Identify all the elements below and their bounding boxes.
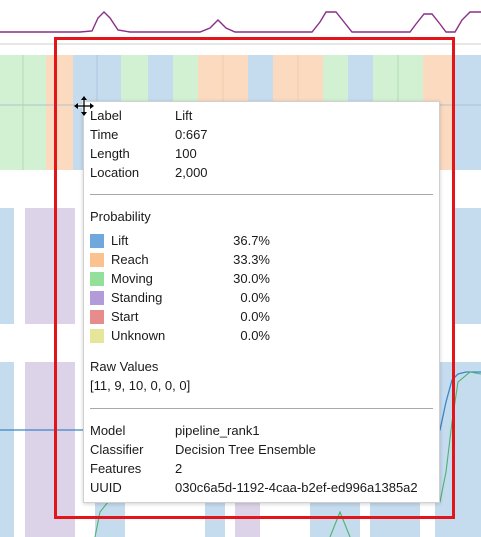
field-label: Classifier [90,442,144,457]
segment-tooltip: Label Lift Time 0:667 Length 100 Locatio… [83,101,440,503]
probability-row: Start 0.0% [90,307,270,326]
color-swatch [90,310,104,324]
probability-row: Unknown 0.0% [90,326,270,345]
probability-row: Standing 0.0% [90,288,270,307]
probability-name: Lift [111,233,129,248]
field-value: Lift [175,108,193,123]
color-swatch [90,291,104,305]
field-label: Features [90,461,142,476]
color-swatch [90,272,104,286]
field-label: Length [90,146,130,161]
field-label: UUID [90,480,122,495]
probability-row: Moving 30.0% [90,269,270,288]
signal-track-top [0,11,481,45]
probability-name: Moving [111,271,153,286]
field-value: 100 [175,146,197,161]
band-lift [455,208,481,324]
probability-name: Standing [111,290,163,305]
field-label: Model [90,423,126,438]
probability-name: Unknown [111,328,166,343]
probability-value: 30.0% [233,271,270,286]
probability-value: 36.7% [233,233,270,248]
signal-line-green [329,510,351,537]
field-value: pipeline_rank1 [175,423,260,438]
signal-line-purple [0,11,481,33]
band-lift [0,208,14,324]
probability-value: 0.0% [240,328,270,343]
field-label: Time [90,127,119,142]
color-swatch [90,329,104,343]
band-standing [25,208,75,324]
probability-title: Probability [90,209,151,224]
field-value: 030c6a5d-1192-4caa-b2ef-ed996a1385a2 [175,480,418,495]
probability-value: 33.3% [233,252,270,267]
probability-value: 0.0% [240,309,270,324]
move-cursor-icon [74,96,94,116]
probability-row: Reach 33.3% [90,250,270,269]
field-value: Decision Tree Ensemble [175,442,316,457]
field-label: Location [90,165,140,180]
field-value: 2 [175,461,183,476]
probability-name: Reach [111,252,149,267]
raw-values-title: Raw Values [90,359,159,374]
tooltip-divider [90,408,433,409]
probability-row: Lift 36.7% [90,231,270,250]
probability-name: Start [111,309,139,324]
tooltip-divider [90,194,433,195]
color-swatch [90,253,104,267]
color-swatch [90,234,104,248]
field-value: 2,000 [175,165,208,180]
raw-values: [11, 9, 10, 0, 0, 0] [90,378,191,393]
probability-value: 0.0% [240,290,270,305]
field-value: 0:667 [175,127,208,142]
